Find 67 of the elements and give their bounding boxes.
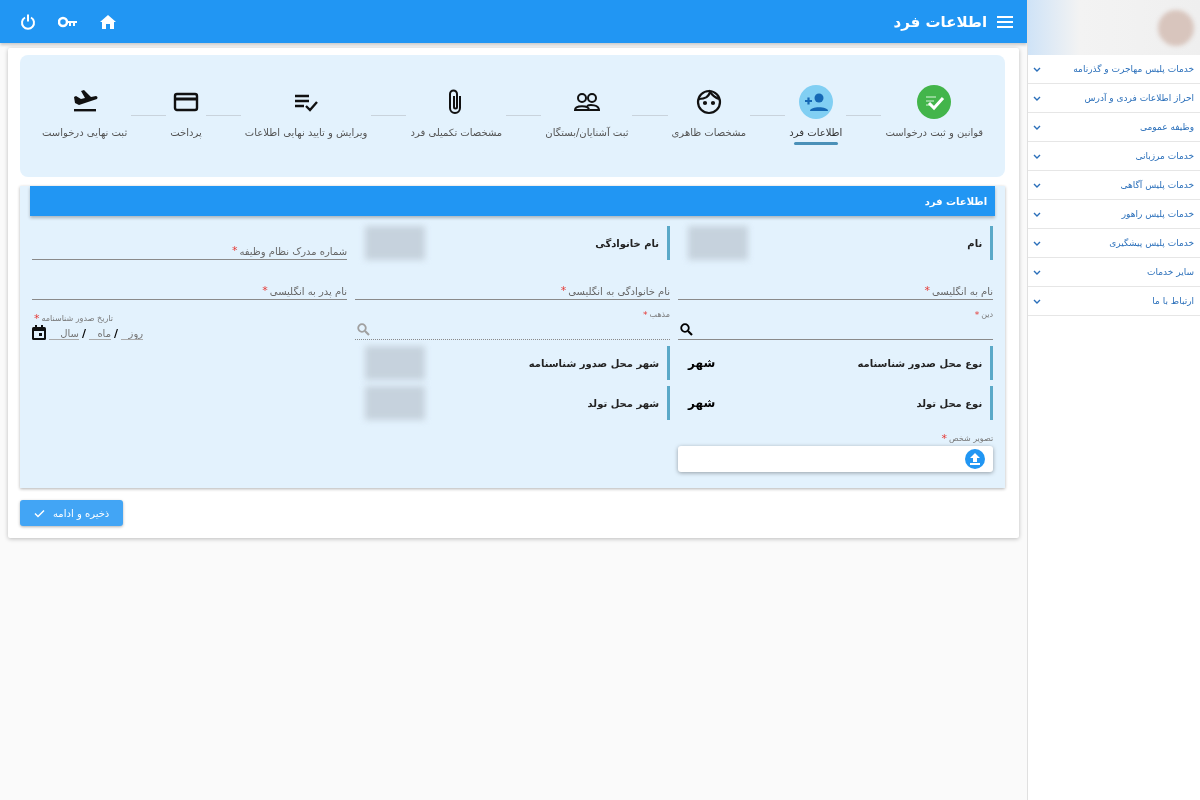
step-label[interactable]: اطلاعات فرد bbox=[789, 127, 843, 138]
chevron-down-icon bbox=[1033, 66, 1042, 72]
avatar-placeholder bbox=[1158, 9, 1194, 46]
step-label[interactable]: مشخصات ظاهری bbox=[671, 127, 747, 138]
step-label[interactable]: ثبت آشنایان/بستگان bbox=[545, 127, 629, 138]
chevron-down-icon bbox=[1033, 269, 1042, 275]
sidebar-menu-item[interactable]: خدمات مرزبانی bbox=[1028, 142, 1200, 171]
calendar-icon[interactable] bbox=[32, 325, 46, 340]
chevron-down-icon bbox=[1033, 298, 1042, 304]
field-label: شهر محل صدور شناسنامه bbox=[528, 357, 660, 369]
chevron-down-icon bbox=[1033, 153, 1042, 159]
sidebar-menu-item[interactable]: خدمات پلیس آگاهی bbox=[1028, 171, 1200, 200]
step-label[interactable]: پرداخت bbox=[170, 127, 202, 138]
date-separator: / bbox=[114, 327, 119, 340]
field-label: نوع محل صدور شناسنامه bbox=[857, 357, 983, 369]
sidebar-menu-item[interactable]: سایر خدمات bbox=[1028, 258, 1200, 287]
date-part-input[interactable]: روز bbox=[121, 328, 144, 340]
text-field[interactable]: نام به انگلیسی * bbox=[678, 278, 994, 300]
required-mark: * bbox=[34, 312, 40, 325]
chevron-down-icon bbox=[1033, 124, 1042, 130]
upload-icon[interactable] bbox=[965, 449, 986, 469]
sidebar-menu-item[interactable]: خدمات پلیس راهور bbox=[1028, 200, 1200, 229]
sidebar-menu-item[interactable]: احراز اطلاعات فردی و آدرس bbox=[1028, 84, 1200, 113]
text-field[interactable]: نام پدر به انگلیسی * bbox=[32, 278, 348, 300]
upload-field[interactable] bbox=[678, 446, 994, 472]
required-mark: * bbox=[924, 284, 930, 297]
chevron-down-icon bbox=[1033, 182, 1042, 188]
step-label[interactable]: ثبت نهایی درخواست bbox=[42, 127, 128, 138]
date-field[interactable]: تاریخ صدور شناسنامه * روز / ماه / سال bbox=[32, 312, 144, 340]
required-mark: * bbox=[231, 244, 238, 257]
step-label[interactable]: مشخصات تکمیلی فرد bbox=[410, 127, 503, 138]
text-field[interactable]: نام خانوادگی به انگلیسی * bbox=[355, 278, 671, 300]
sidebar-menu-item[interactable]: خدمات پلیس مهاجرت و گذرنامه bbox=[1028, 55, 1200, 84]
field-label: تاریخ صدور شناسنامه bbox=[41, 314, 113, 323]
required-mark: * bbox=[974, 310, 980, 320]
search-field[interactable]: دین * bbox=[678, 312, 994, 340]
required-mark: * bbox=[643, 310, 648, 320]
required-mark: * bbox=[262, 284, 268, 297]
key-icon[interactable] bbox=[58, 15, 78, 28]
active-step-underline bbox=[793, 142, 838, 145]
step-label[interactable]: قوانین و ثبت درخواست bbox=[885, 127, 984, 138]
date-part-input[interactable]: سال bbox=[49, 328, 79, 340]
sidebar-menu-item[interactable]: خدمات پلیس پیشگیری bbox=[1028, 229, 1200, 258]
field-label: تصویر شخص bbox=[949, 434, 994, 443]
power-icon[interactable] bbox=[20, 13, 36, 30]
chevron-down-icon bbox=[1033, 211, 1042, 217]
date-part-input[interactable]: ماه bbox=[89, 328, 112, 340]
field-label: نام خانوادگی bbox=[595, 237, 660, 249]
field-label: نام bbox=[967, 237, 983, 249]
section-title: اطلاعات فرد bbox=[924, 195, 988, 207]
home-icon[interactable] bbox=[100, 14, 116, 29]
sidebar-menu-item[interactable]: ارتباط با ما bbox=[1028, 287, 1200, 316]
field-label: نوع محل تولد bbox=[916, 397, 983, 409]
step-label[interactable]: ویرایش و تایید نهایی اطلاعات bbox=[244, 127, 368, 138]
field-value: شهر bbox=[688, 356, 716, 370]
required-mark: * bbox=[560, 284, 567, 297]
date-separator: / bbox=[82, 327, 87, 340]
chevron-down-icon bbox=[1033, 240, 1042, 246]
field-value: شهر bbox=[688, 396, 716, 410]
required-mark: * bbox=[941, 432, 947, 445]
chevron-down-icon bbox=[1033, 95, 1042, 101]
sidebar-menu-item[interactable]: وظیفه عمومی bbox=[1028, 113, 1200, 142]
page-title: اطلاعات فرد bbox=[893, 12, 988, 31]
field-label: شهر محل تولد bbox=[587, 397, 660, 409]
check-icon bbox=[34, 508, 45, 518]
text-field[interactable]: شماره مدرک نظام وظیفه * bbox=[32, 238, 348, 260]
menu-icon[interactable] bbox=[997, 15, 1014, 28]
